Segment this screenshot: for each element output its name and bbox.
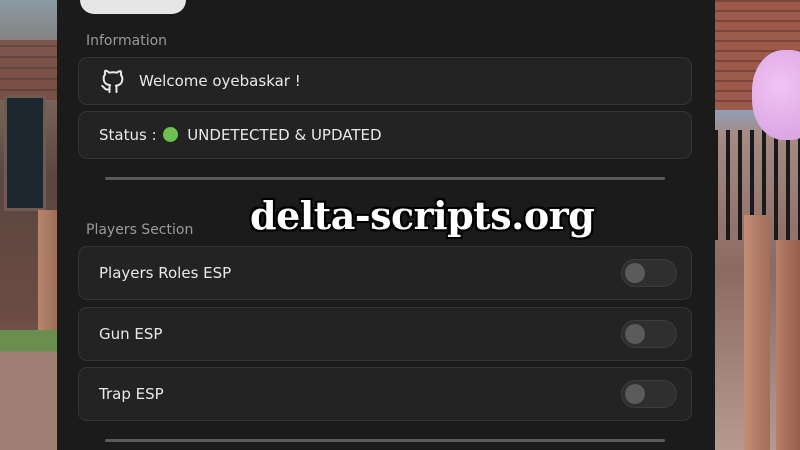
top-tab-button[interactable] bbox=[80, 0, 186, 14]
welcome-card: Welcome oyebaskar ! bbox=[78, 57, 692, 105]
trap-esp-toggle[interactable] bbox=[621, 380, 677, 408]
toggle-row-gun-esp[interactable]: Gun ESP bbox=[78, 307, 692, 361]
background-right-scene bbox=[714, 0, 800, 450]
stone-pillar bbox=[744, 215, 770, 450]
section-divider bbox=[105, 439, 665, 442]
toggle-row-players-roles-esp[interactable]: Players Roles ESP bbox=[78, 246, 692, 300]
status-indicator-icon bbox=[163, 127, 179, 142]
section-divider bbox=[105, 177, 665, 180]
pink-tree bbox=[752, 50, 800, 140]
toggle-label: Players Roles ESP bbox=[99, 264, 232, 282]
stone-pillar bbox=[776, 240, 800, 450]
welcome-text: Welcome oyebaskar ! bbox=[139, 72, 301, 90]
toggle-knob bbox=[625, 324, 645, 344]
status-prefix: Status : bbox=[99, 126, 157, 144]
toggle-label: Trap ESP bbox=[99, 385, 164, 403]
watermark-text: delta-scripts.org bbox=[250, 193, 595, 238]
status-line: Status : UNDETECTED & UPDATED bbox=[99, 126, 382, 144]
brick-wall bbox=[0, 40, 60, 100]
background-left-scene bbox=[0, 0, 60, 450]
github-icon bbox=[101, 69, 124, 94]
toggle-row-trap-esp[interactable]: Trap ESP bbox=[78, 367, 692, 421]
gun-esp-toggle[interactable] bbox=[621, 320, 677, 348]
toggle-knob bbox=[625, 384, 645, 404]
players-section-label: Players Section bbox=[86, 222, 194, 238]
toggle-knob bbox=[625, 263, 645, 283]
information-section-label: Information bbox=[86, 33, 168, 49]
toggle-label: Gun ESP bbox=[99, 325, 163, 343]
players-roles-esp-toggle[interactable] bbox=[621, 259, 677, 287]
building-window bbox=[4, 95, 46, 211]
status-value: UNDETECTED & UPDATED bbox=[187, 126, 382, 144]
status-card: Status : UNDETECTED & UPDATED bbox=[78, 111, 692, 159]
ground bbox=[0, 330, 60, 450]
